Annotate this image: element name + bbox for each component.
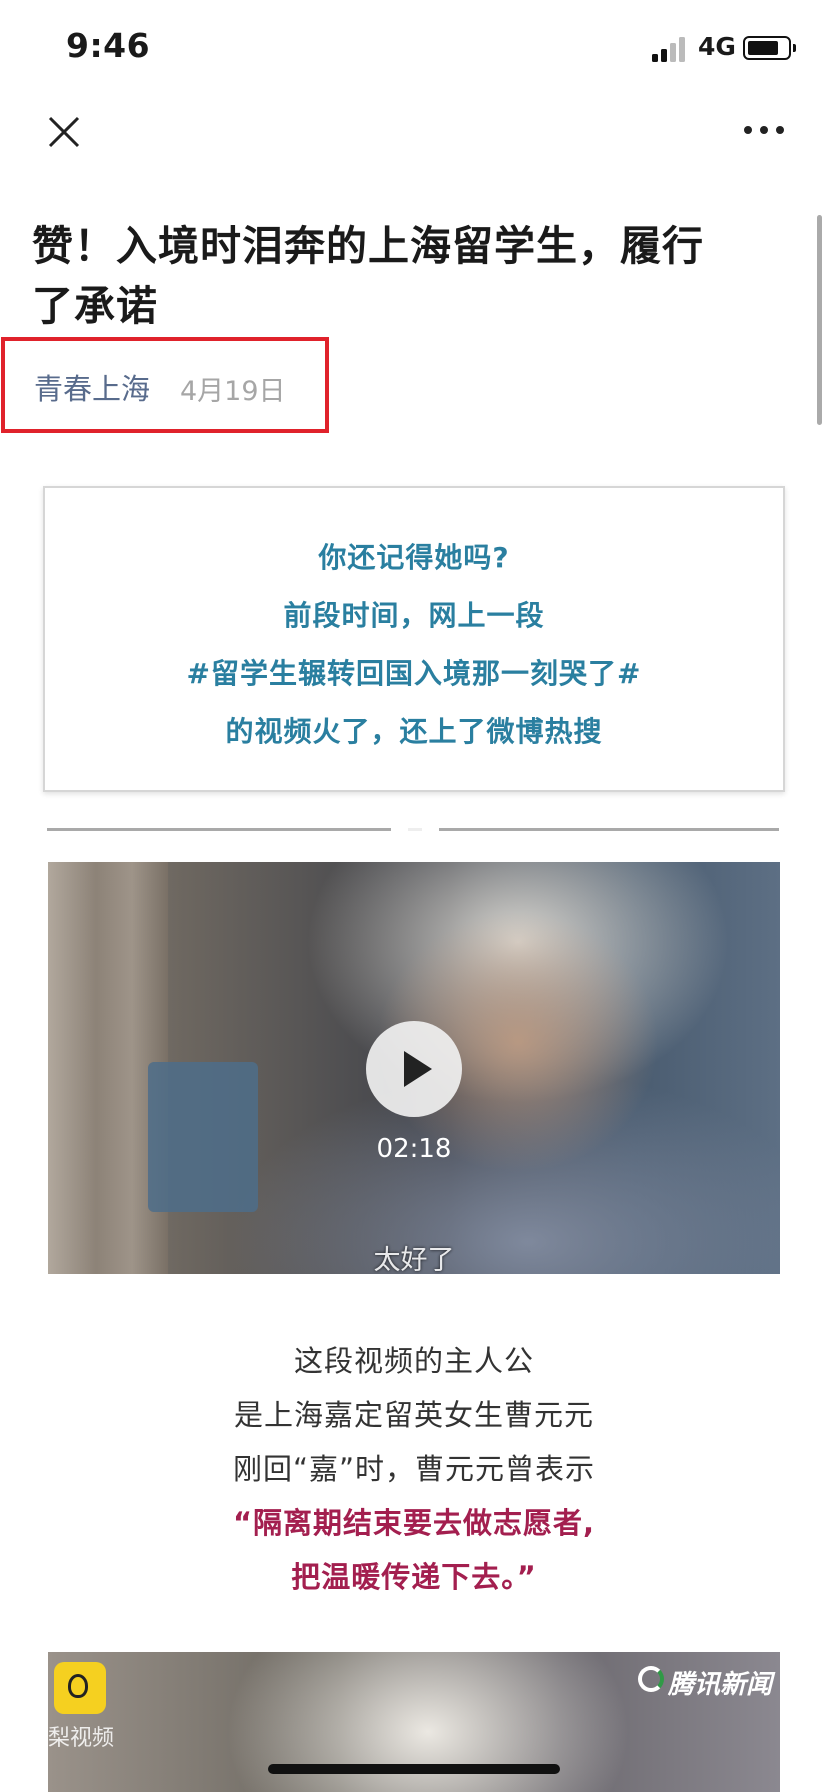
paragraph-line: 这段视频的主人公 <box>293 1344 534 1378</box>
divider <box>439 828 779 831</box>
highlight-line: “隔离期结束要去做志愿者, <box>232 1506 596 1540</box>
scrollbar[interactable] <box>817 215 822 425</box>
video-subtitle: 太好了 <box>373 1245 455 1276</box>
publish-date: 4月19日 <box>180 376 286 407</box>
quote-line: 的视频火了，还上了微博热搜 <box>225 715 603 748</box>
highlight-line: 把温暖传递下去。” <box>291 1560 537 1594</box>
play-icon <box>404 1051 432 1087</box>
article-title: 赞！入境时泪奔的上海留学生，履行 了承诺 <box>32 222 704 330</box>
quote-line: 你还记得她吗? <box>318 541 510 574</box>
signal-icon <box>652 34 692 62</box>
tencent-news-logo-icon <box>638 1666 664 1692</box>
author-link[interactable]: 青春上海 <box>34 366 150 408</box>
paragraph-line: 刚回“嘉”时，曹元元曾表示 <box>232 1452 596 1486</box>
watermark-left: 梨视频 <box>48 1726 115 1751</box>
close-button[interactable] <box>44 112 84 152</box>
watermark-right: 腾讯新闻 <box>668 1670 773 1700</box>
divider <box>408 828 422 831</box>
network-label: 4G <box>698 32 736 61</box>
quote-line: 前段时间，网上一段 <box>283 599 545 632</box>
divider <box>47 828 391 831</box>
close-icon <box>48 116 80 148</box>
quote-line: #留学生辗转回国入境那一刻哭了# <box>186 657 642 690</box>
pear-video-logo-icon <box>54 1662 106 1714</box>
battery-icon <box>743 36 796 60</box>
paragraph-line: 是上海嘉定留英女生曹元元 <box>233 1398 594 1432</box>
home-indicator[interactable] <box>268 1764 560 1774</box>
status-time: 9:46 <box>66 26 151 65</box>
video-duration: 02:18 <box>376 1134 452 1164</box>
more-button[interactable] <box>744 126 786 136</box>
video-frame <box>148 1062 258 1212</box>
